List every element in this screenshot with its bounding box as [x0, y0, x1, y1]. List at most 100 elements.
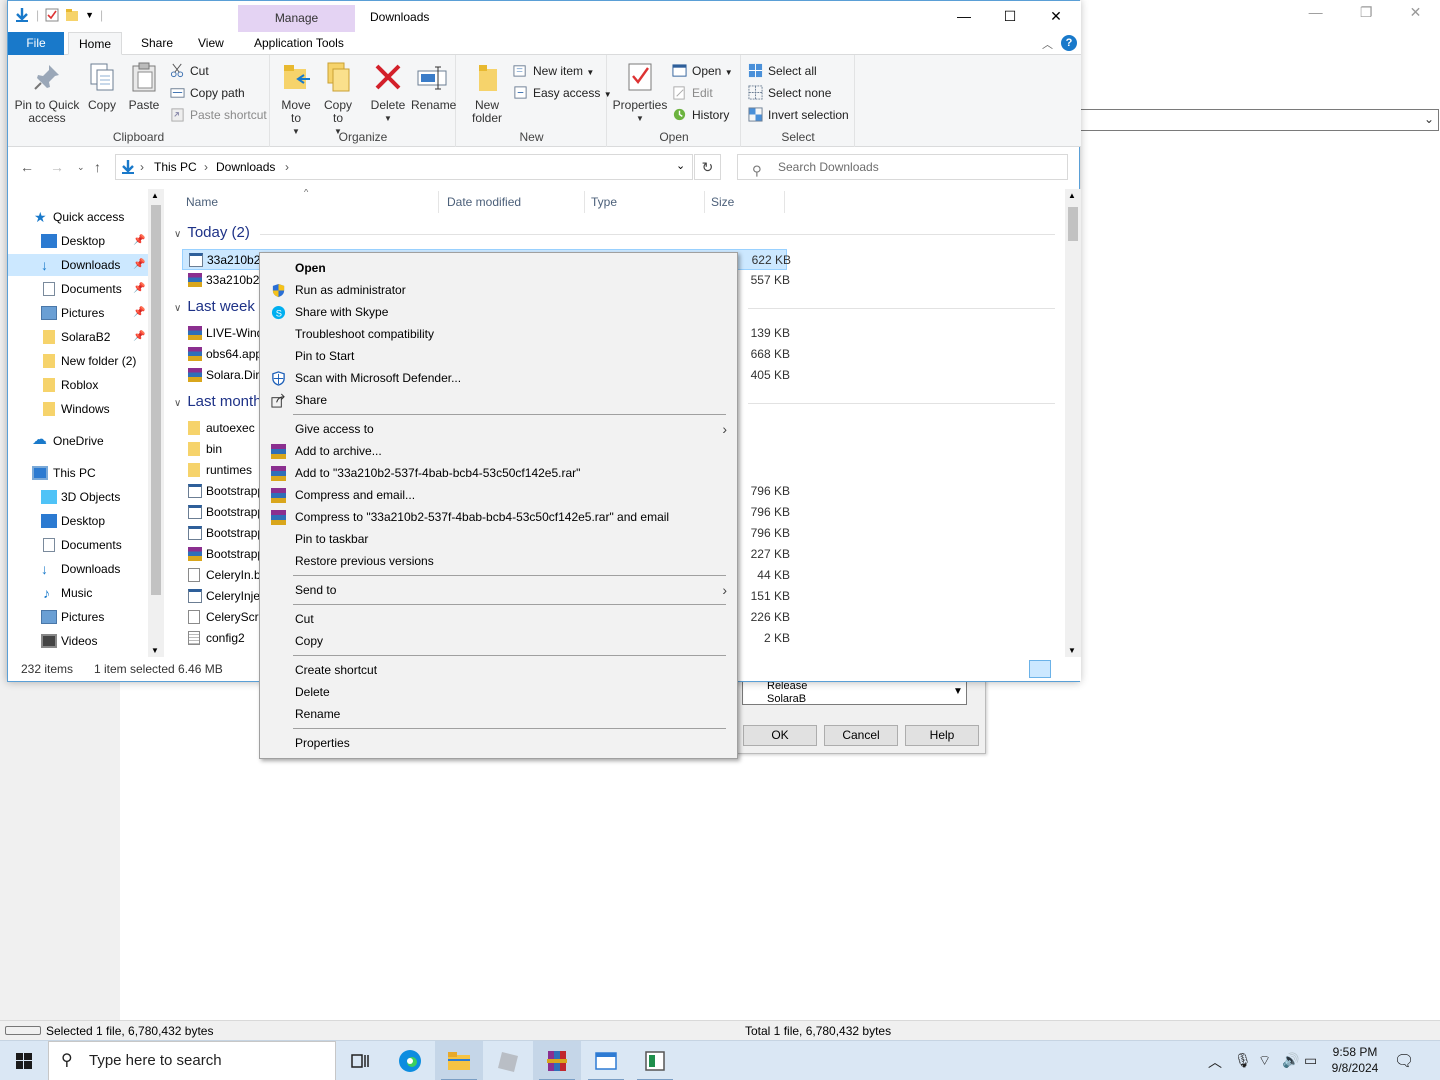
nav-documents[interactable]: Documents 📌: [8, 278, 148, 300]
nav-pc-documents[interactable]: Documents: [8, 534, 148, 556]
help-button[interactable]: Help: [905, 725, 979, 746]
collapse-ribbon-icon[interactable]: ︿: [1042, 36, 1053, 52]
show-hidden-icons-chevron-icon[interactable]: ︿: [1208, 1052, 1222, 1072]
nav-pictures[interactable]: Pictures 📌: [8, 302, 148, 324]
menu-item-share-with-skype[interactable]: S Share with Skype: [262, 301, 735, 323]
menu-item-troubleshoot[interactable]: Troubleshoot compatibility: [262, 323, 735, 345]
chevron-down-icon[interactable]: ▼: [949, 685, 967, 698]
new-item-button[interactable]: New item ▼: [513, 61, 594, 81]
nav-pc-downloads[interactable]: ↓ Downloads: [8, 558, 148, 580]
new-folder-button[interactable]: New folder: [465, 61, 509, 125]
menu-item-pin-to-start[interactable]: Pin to Start: [262, 345, 735, 367]
menu-item-properties[interactable]: Properties: [262, 732, 735, 754]
nav-onedrive[interactable]: ☁ OneDrive: [8, 430, 148, 452]
breadcrumb-separator-icon[interactable]: ›: [204, 160, 208, 174]
scroll-down-icon[interactable]: ▼: [151, 646, 159, 655]
pin-icon[interactable]: 📌: [133, 230, 145, 252]
pin-icon[interactable]: 📌: [133, 326, 145, 348]
manage-context-tab[interactable]: Manage: [238, 5, 355, 33]
nav-music[interactable]: ♪ Music: [8, 582, 148, 604]
recent-locations-chevron-icon[interactable]: ⌄: [77, 162, 85, 173]
breadcrumb-this-pc[interactable]: This PC: [154, 160, 197, 174]
taskbar-app[interactable]: [484, 1041, 532, 1080]
folder-list[interactable]: Release SolaraB ▼: [742, 679, 967, 705]
move-to-button[interactable]: Move to ▼: [277, 61, 315, 138]
history-button[interactable]: History: [672, 105, 729, 125]
cut-button[interactable]: Cut: [170, 61, 209, 81]
file-list-scrollbar[interactable]: ▲ ▼: [1065, 189, 1081, 657]
copy-path-button[interactable]: Copy path: [170, 83, 245, 103]
menu-item-delete[interactable]: Delete: [262, 681, 735, 703]
scrollbar-thumb[interactable]: [1068, 207, 1078, 241]
column-header-type[interactable]: Type: [591, 195, 617, 209]
menu-item-scan-defender[interactable]: Scan with Microsoft Defender...: [262, 367, 735, 389]
tab-application-tools[interactable]: Application Tools: [244, 32, 354, 55]
select-none-button[interactable]: Select none: [748, 83, 831, 103]
notifications-icon[interactable]: 🗨: [1394, 1051, 1414, 1071]
network-icon[interactable]: ⌔: [1258, 1052, 1271, 1070]
group-today[interactable]: ∨ Today (2): [174, 224, 250, 241]
back-arrow-icon[interactable]: ←: [20, 159, 34, 175]
scroll-up-icon[interactable]: ▲: [1068, 191, 1076, 200]
open-button[interactable]: Open ▼: [672, 61, 733, 81]
nav-this-pc[interactable]: This PC: [8, 462, 148, 484]
menu-item-rename[interactable]: Rename: [262, 703, 735, 725]
invert-selection-button[interactable]: Invert selection: [748, 105, 849, 125]
forward-arrow-icon[interactable]: →: [50, 159, 64, 175]
rename-button[interactable]: Rename: [411, 61, 456, 112]
nav-3d-objects[interactable]: 3D Objects: [8, 486, 148, 508]
close-icon[interactable]: ✕: [1410, 4, 1422, 21]
group-last-week[interactable]: ∨ Last week (: [174, 298, 264, 315]
nav-new-folder-2[interactable]: New folder (2): [8, 350, 148, 372]
close-button[interactable]: ✕: [1033, 1, 1079, 31]
delete-button[interactable]: Delete ▼: [369, 61, 407, 125]
help-icon[interactable]: ?: [1061, 35, 1077, 51]
minimize-icon[interactable]: —: [1309, 4, 1323, 20]
menu-item-run-as-administrator[interactable]: Run as administrator: [262, 279, 735, 301]
restore-icon[interactable]: ❐: [1360, 4, 1373, 21]
copy-to-button[interactable]: Copy to ▼: [319, 61, 357, 138]
nav-solarab2[interactable]: SolaraB2 📌: [8, 326, 148, 348]
pin-quick-access-button[interactable]: Pin to Quick access: [14, 61, 80, 125]
menu-item-cut[interactable]: Cut: [262, 608, 735, 630]
nav-quick-access[interactable]: ★ Quick access: [8, 206, 148, 228]
address-history-chevron-icon[interactable]: ⌄: [676, 159, 685, 172]
menu-item-restore-previous-versions[interactable]: Restore previous versions: [262, 550, 735, 572]
address-bar[interactable]: › This PC › Downloads › ⌄: [115, 154, 693, 180]
nav-pc-desktop[interactable]: Desktop: [8, 510, 148, 532]
breadcrumb-separator-icon[interactable]: ›: [285, 160, 289, 174]
start-button[interactable]: [0, 1041, 48, 1080]
microphone-icon[interactable]: 🎙: [1234, 1052, 1252, 1069]
tab-share[interactable]: Share: [131, 32, 183, 55]
taskbar-app-window[interactable]: [582, 1041, 630, 1080]
properties-check-icon[interactable]: [45, 8, 59, 22]
properties-button[interactable]: Properties ▼: [612, 61, 668, 125]
details-view-icon[interactable]: [1029, 660, 1051, 678]
tab-file[interactable]: File: [8, 32, 64, 55]
menu-item-open[interactable]: Open: [262, 257, 735, 279]
easy-access-button[interactable]: Easy access ▼: [513, 83, 612, 103]
menu-item-pin-to-taskbar[interactable]: Pin to taskbar: [262, 528, 735, 550]
up-arrow-icon[interactable]: ↑: [94, 159, 101, 175]
paste-shortcut-button[interactable]: Paste shortcut: [170, 105, 267, 125]
ok-button[interactable]: OK: [743, 725, 817, 746]
paste-button[interactable]: Paste: [126, 61, 162, 112]
nav-windows[interactable]: Windows: [8, 398, 148, 420]
battery-icon[interactable]: ▭: [1304, 1052, 1317, 1069]
menu-item-create-shortcut[interactable]: Create shortcut: [262, 659, 735, 681]
column-divider[interactable]: [784, 191, 785, 213]
nav-videos[interactable]: Videos: [8, 630, 148, 652]
pin-icon[interactable]: 📌: [133, 254, 145, 276]
search-downloads-input[interactable]: ⚲ Search Downloads: [737, 154, 1068, 180]
tab-view[interactable]: View: [188, 32, 234, 55]
maximize-button[interactable]: ☐: [987, 1, 1033, 31]
navpane-scrollbar[interactable]: ▲ ▼: [148, 189, 164, 657]
taskbar-search-box[interactable]: ⚲ Type here to search: [48, 1041, 336, 1080]
background-path-combo[interactable]: ⌄: [1080, 109, 1439, 131]
taskbar-winrar[interactable]: [533, 1041, 581, 1080]
menu-item-add-to-rar[interactable]: Add to "33a210b2-537f-4bab-bcb4-53c50cf1…: [262, 462, 735, 484]
menu-item-send-to[interactable]: Send to ›: [262, 579, 735, 601]
tab-home[interactable]: Home: [68, 32, 123, 55]
menu-item-give-access-to[interactable]: Give access to ›: [262, 418, 735, 440]
nav-pc-pictures[interactable]: Pictures: [8, 606, 148, 628]
